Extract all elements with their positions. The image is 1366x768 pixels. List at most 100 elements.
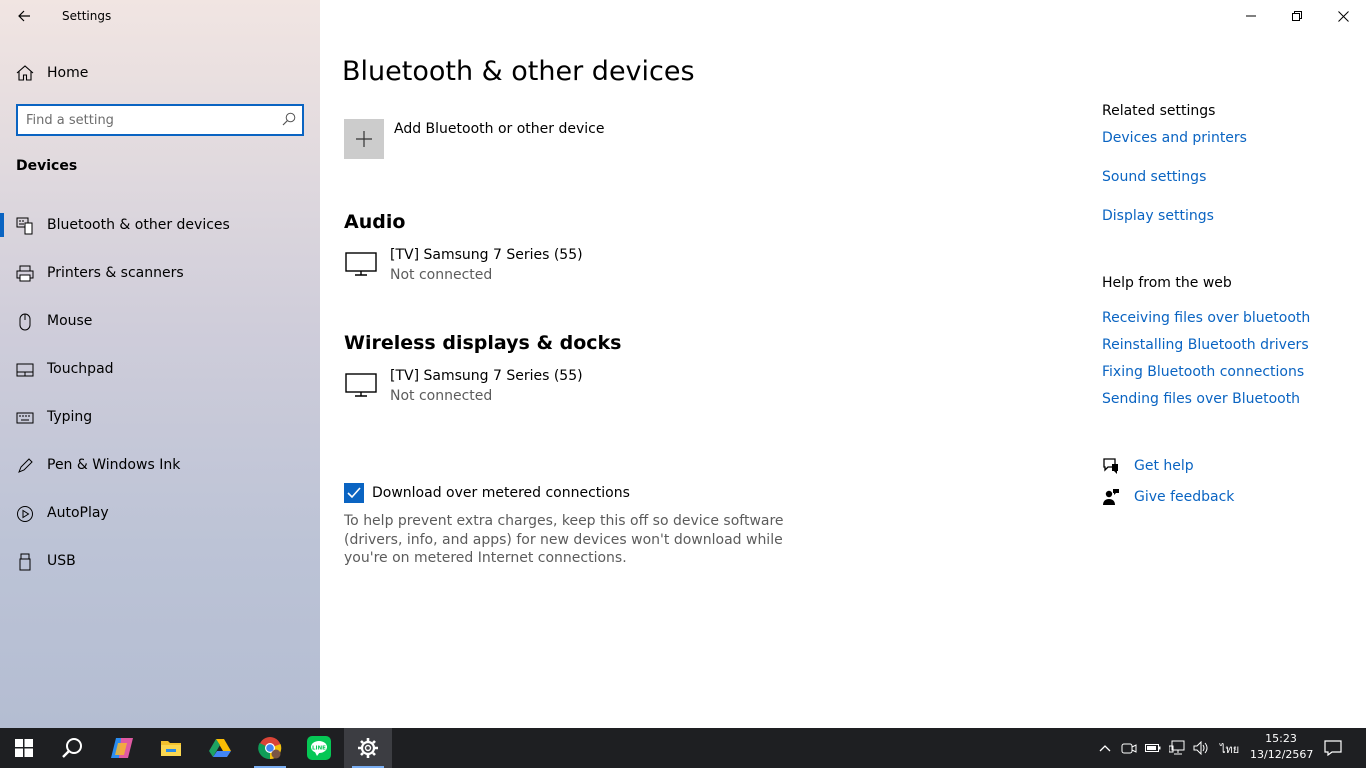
show-hidden-icons-button[interactable] xyxy=(1095,738,1115,758)
link-reinstalling-drivers[interactable]: Reinstalling Bluetooth drivers xyxy=(1102,337,1309,353)
help-heading: Help from the web xyxy=(1102,275,1232,291)
home-icon xyxy=(16,65,34,81)
restore-button[interactable] xyxy=(1274,0,1320,32)
app-title: Settings xyxy=(62,9,112,23)
get-help-link[interactable]: Get help xyxy=(1102,457,1352,477)
sidebar-item-label: Pen & Windows Ink xyxy=(47,457,181,473)
checkmark-icon xyxy=(347,487,361,499)
copilot-icon xyxy=(111,738,133,758)
sidebar-nav: Bluetooth & other devices Printers & sca… xyxy=(0,204,320,588)
add-device-label: Add Bluetooth or other device xyxy=(394,121,605,137)
sidebar-item-autoplay[interactable]: AutoPlay xyxy=(0,492,320,540)
link-receiving-files[interactable]: Receiving files over bluetooth xyxy=(1102,310,1310,326)
keyboard-icon xyxy=(16,412,34,424)
sidebar-item-printers[interactable]: Printers & scanners xyxy=(0,252,320,300)
google-drive-icon xyxy=(209,739,231,757)
monitor-icon xyxy=(345,373,377,397)
settings-taskbar-button[interactable] xyxy=(344,728,392,768)
device-status: Not connected xyxy=(390,388,493,404)
sidebar-item-label: Bluetooth & other devices xyxy=(47,217,230,233)
audio-heading: Audio xyxy=(344,211,406,233)
chat-help-icon xyxy=(1103,458,1118,474)
give-feedback-link[interactable]: Give feedback xyxy=(1102,488,1352,508)
search-icon xyxy=(62,738,82,758)
metered-connections-option[interactable]: Download over metered connections xyxy=(344,483,744,503)
usb-icon xyxy=(19,553,31,571)
search-box[interactable] xyxy=(16,104,304,136)
clock[interactable]: 15:23 13/12/2567 xyxy=(1250,731,1313,763)
volume-button[interactable] xyxy=(1191,738,1211,758)
touchpad-icon xyxy=(16,363,34,377)
chrome-button[interactable] xyxy=(246,728,294,768)
sidebar: Settings Home Devices Bluetooth & other … xyxy=(0,0,320,728)
sidebar-item-label: AutoPlay xyxy=(47,505,109,521)
google-drive-button[interactable] xyxy=(196,728,244,768)
battery-button[interactable] xyxy=(1143,738,1163,758)
start-button[interactable] xyxy=(0,728,48,768)
search-input[interactable] xyxy=(26,111,276,129)
start-icon xyxy=(15,739,33,757)
audio-device-item[interactable]: [TV] Samsung 7 Series (55) Not connected xyxy=(344,247,744,287)
sidebar-item-home[interactable]: Home xyxy=(0,57,320,89)
bluetooth-devices-icon xyxy=(16,217,33,235)
metered-description: To help prevent extra charges, keep this… xyxy=(344,513,784,566)
restore-icon xyxy=(1292,11,1302,21)
plus-icon xyxy=(344,119,384,159)
search-icon xyxy=(282,112,296,126)
clock-time: 15:23 xyxy=(1265,732,1297,745)
link-display-settings[interactable]: Display settings xyxy=(1102,208,1214,224)
sidebar-item-label: Mouse xyxy=(47,313,93,329)
wireless-heading: Wireless displays & docks xyxy=(344,332,622,354)
notification-icon xyxy=(1324,740,1342,756)
chrome-icon xyxy=(258,737,282,760)
close-icon xyxy=(1337,10,1349,22)
taskbar: LINE ไทย 15:23 13/12/2567 xyxy=(0,728,1366,768)
file-explorer-button[interactable] xyxy=(147,728,195,768)
sidebar-item-bluetooth[interactable]: Bluetooth & other devices xyxy=(0,204,320,252)
back-button[interactable] xyxy=(8,0,40,32)
metered-label: Download over metered connections xyxy=(372,485,630,501)
pen-icon xyxy=(18,458,33,473)
chevron-up-icon xyxy=(1099,745,1111,752)
sidebar-item-mouse[interactable]: Mouse xyxy=(0,300,320,348)
sidebar-item-typing[interactable]: Typing xyxy=(0,396,320,444)
title-bar: Settings xyxy=(0,0,320,32)
get-help-label: Get help xyxy=(1134,458,1194,474)
network-icon xyxy=(1169,740,1185,755)
input-language[interactable]: ไทย xyxy=(1220,740,1239,758)
battery-icon xyxy=(1145,744,1161,752)
taskbar-search-button[interactable] xyxy=(48,728,96,768)
minimize-icon xyxy=(1246,15,1256,17)
meet-now-button[interactable] xyxy=(1119,738,1139,758)
file-explorer-icon xyxy=(161,741,181,756)
line-icon: LINE xyxy=(307,736,331,760)
related-settings-heading: Related settings xyxy=(1102,103,1216,119)
printer-icon xyxy=(16,265,34,282)
metered-checkbox[interactable] xyxy=(344,483,364,503)
page-title: Bluetooth & other devices xyxy=(342,56,695,87)
link-sending-files[interactable]: Sending files over Bluetooth xyxy=(1102,391,1300,407)
copilot-button[interactable] xyxy=(98,728,146,768)
minimize-button[interactable] xyxy=(1228,0,1274,32)
sidebar-item-label: Typing xyxy=(47,409,93,425)
sidebar-item-label: Touchpad xyxy=(47,361,114,377)
line-button[interactable]: LINE xyxy=(295,728,343,768)
sidebar-item-touchpad[interactable]: Touchpad xyxy=(0,348,320,396)
sidebar-item-pen[interactable]: Pen & Windows Ink xyxy=(0,444,320,492)
sidebar-item-label: USB xyxy=(47,553,76,569)
close-button[interactable] xyxy=(1320,0,1366,32)
link-sound-settings[interactable]: Sound settings xyxy=(1102,169,1206,185)
network-button[interactable] xyxy=(1167,738,1187,758)
link-fixing-connections[interactable]: Fixing Bluetooth connections xyxy=(1102,364,1304,380)
give-feedback-label: Give feedback xyxy=(1134,489,1235,505)
sidebar-item-label: Printers & scanners xyxy=(47,265,184,281)
device-status: Not connected xyxy=(390,267,493,283)
wireless-device-item[interactable]: [TV] Samsung 7 Series (55) Not connected xyxy=(344,368,744,408)
caption-buttons xyxy=(1228,0,1366,32)
svg-text:LINE: LINE xyxy=(312,746,326,752)
monitor-icon xyxy=(345,252,377,276)
sidebar-item-usb[interactable]: USB xyxy=(0,540,320,588)
home-label: Home xyxy=(47,65,89,81)
link-devices-and-printers[interactable]: Devices and printers xyxy=(1102,130,1247,146)
action-center-button[interactable] xyxy=(1323,738,1343,758)
